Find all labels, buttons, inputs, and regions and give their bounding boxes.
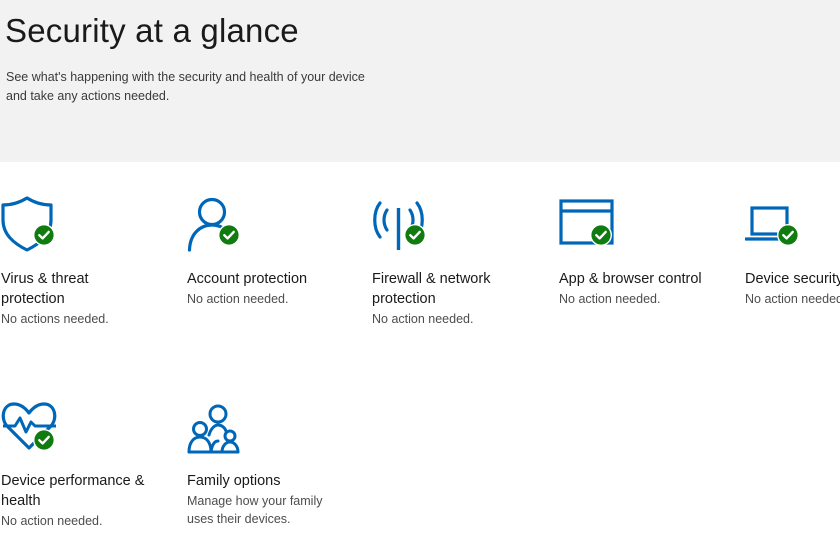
check-circle-icon <box>777 224 799 246</box>
page-title: Security at a glance <box>5 12 299 49</box>
tile-status: No action needed. <box>745 290 840 308</box>
tile-status-line-1: No action needed. <box>1 514 103 528</box>
tile-title-line-2: protection <box>372 291 436 307</box>
tile-status-line-2: uses their devices. <box>187 512 291 526</box>
check-circle-icon <box>590 224 612 246</box>
tile-status-line-1: No action needed. <box>372 312 474 326</box>
tile-status: No action needed. <box>1 512 186 530</box>
tile-title: App & browser control <box>559 269 744 289</box>
tile-title: Device security <box>745 269 840 289</box>
tile-title-line-1: Account protection <box>187 271 308 287</box>
check-circle-icon <box>33 224 55 246</box>
page-subtitle: See what's happening with the security a… <box>6 68 406 106</box>
tile-title-line-1: App & browser control <box>559 271 702 287</box>
tile-family-options[interactable]: Family options Manage how your family us… <box>187 398 372 528</box>
tile-title: Firewall & network protection <box>372 269 557 309</box>
tile-title-line-2: protection <box>1 291 65 307</box>
tile-title: Family options <box>187 471 372 491</box>
tile-status-line-1: No action needed. <box>745 292 840 306</box>
check-circle-icon <box>404 224 426 246</box>
check-circle-icon <box>218 224 240 246</box>
tile-status-line-1: No actions needed. <box>1 312 109 326</box>
tile-title-line-1: Device performance & <box>1 473 145 489</box>
tile-status-line-1: No action needed. <box>559 292 661 306</box>
header-banner: Security at a glance See what's happenin… <box>0 0 840 162</box>
tile-title: Account protection <box>187 269 372 289</box>
tile-status: No action needed. <box>187 290 372 308</box>
tile-title-line-1: Virus & threat <box>1 271 89 287</box>
tile-status: No action needed. <box>559 290 744 308</box>
tile-title-line-2: health <box>1 493 41 509</box>
tile-title-line-1: Firewall & network <box>372 271 491 287</box>
tile-icon-wrap <box>745 196 805 256</box>
tile-icon-wrap <box>187 398 247 458</box>
tile-title: Device performance & health <box>1 471 186 511</box>
tile-firewall-network-protection[interactable]: Firewall & network protection No action … <box>372 196 557 328</box>
tile-status: No actions needed. <box>1 310 186 328</box>
tile-icon-wrap <box>187 196 247 256</box>
tile-icon-wrap <box>559 196 619 256</box>
check-circle-icon <box>33 429 55 451</box>
tile-status-line-1: No action needed. <box>187 292 289 306</box>
tile-account-protection[interactable]: Account protection No action needed. <box>187 196 372 308</box>
subtitle-line-2: and take any actions needed. <box>6 89 170 103</box>
tile-status: No action needed. <box>372 310 557 328</box>
tile-device-performance-health[interactable]: Device performance & health No action ne… <box>1 398 186 530</box>
tile-icon-wrap <box>1 398 61 458</box>
tile-status-line-1: Manage how your family <box>187 494 323 508</box>
tile-title-line-1: Device security <box>745 271 840 287</box>
tile-icon-wrap <box>1 196 61 256</box>
tile-title-line-1: Family options <box>187 473 281 489</box>
family-icon <box>187 404 240 454</box>
tile-status: Manage how your family uses their device… <box>187 492 372 528</box>
tile-title: Virus & threat protection <box>1 269 186 309</box>
tile-device-security[interactable]: Device security No action needed. <box>745 196 840 308</box>
tile-app-browser-control[interactable]: App & browser control No action needed. <box>559 196 744 308</box>
tile-virus-threat-protection[interactable]: Virus & threat protection No actions nee… <box>1 196 186 328</box>
tile-icon-wrap <box>372 196 432 256</box>
subtitle-line-1: See what's happening with the security a… <box>6 70 365 84</box>
